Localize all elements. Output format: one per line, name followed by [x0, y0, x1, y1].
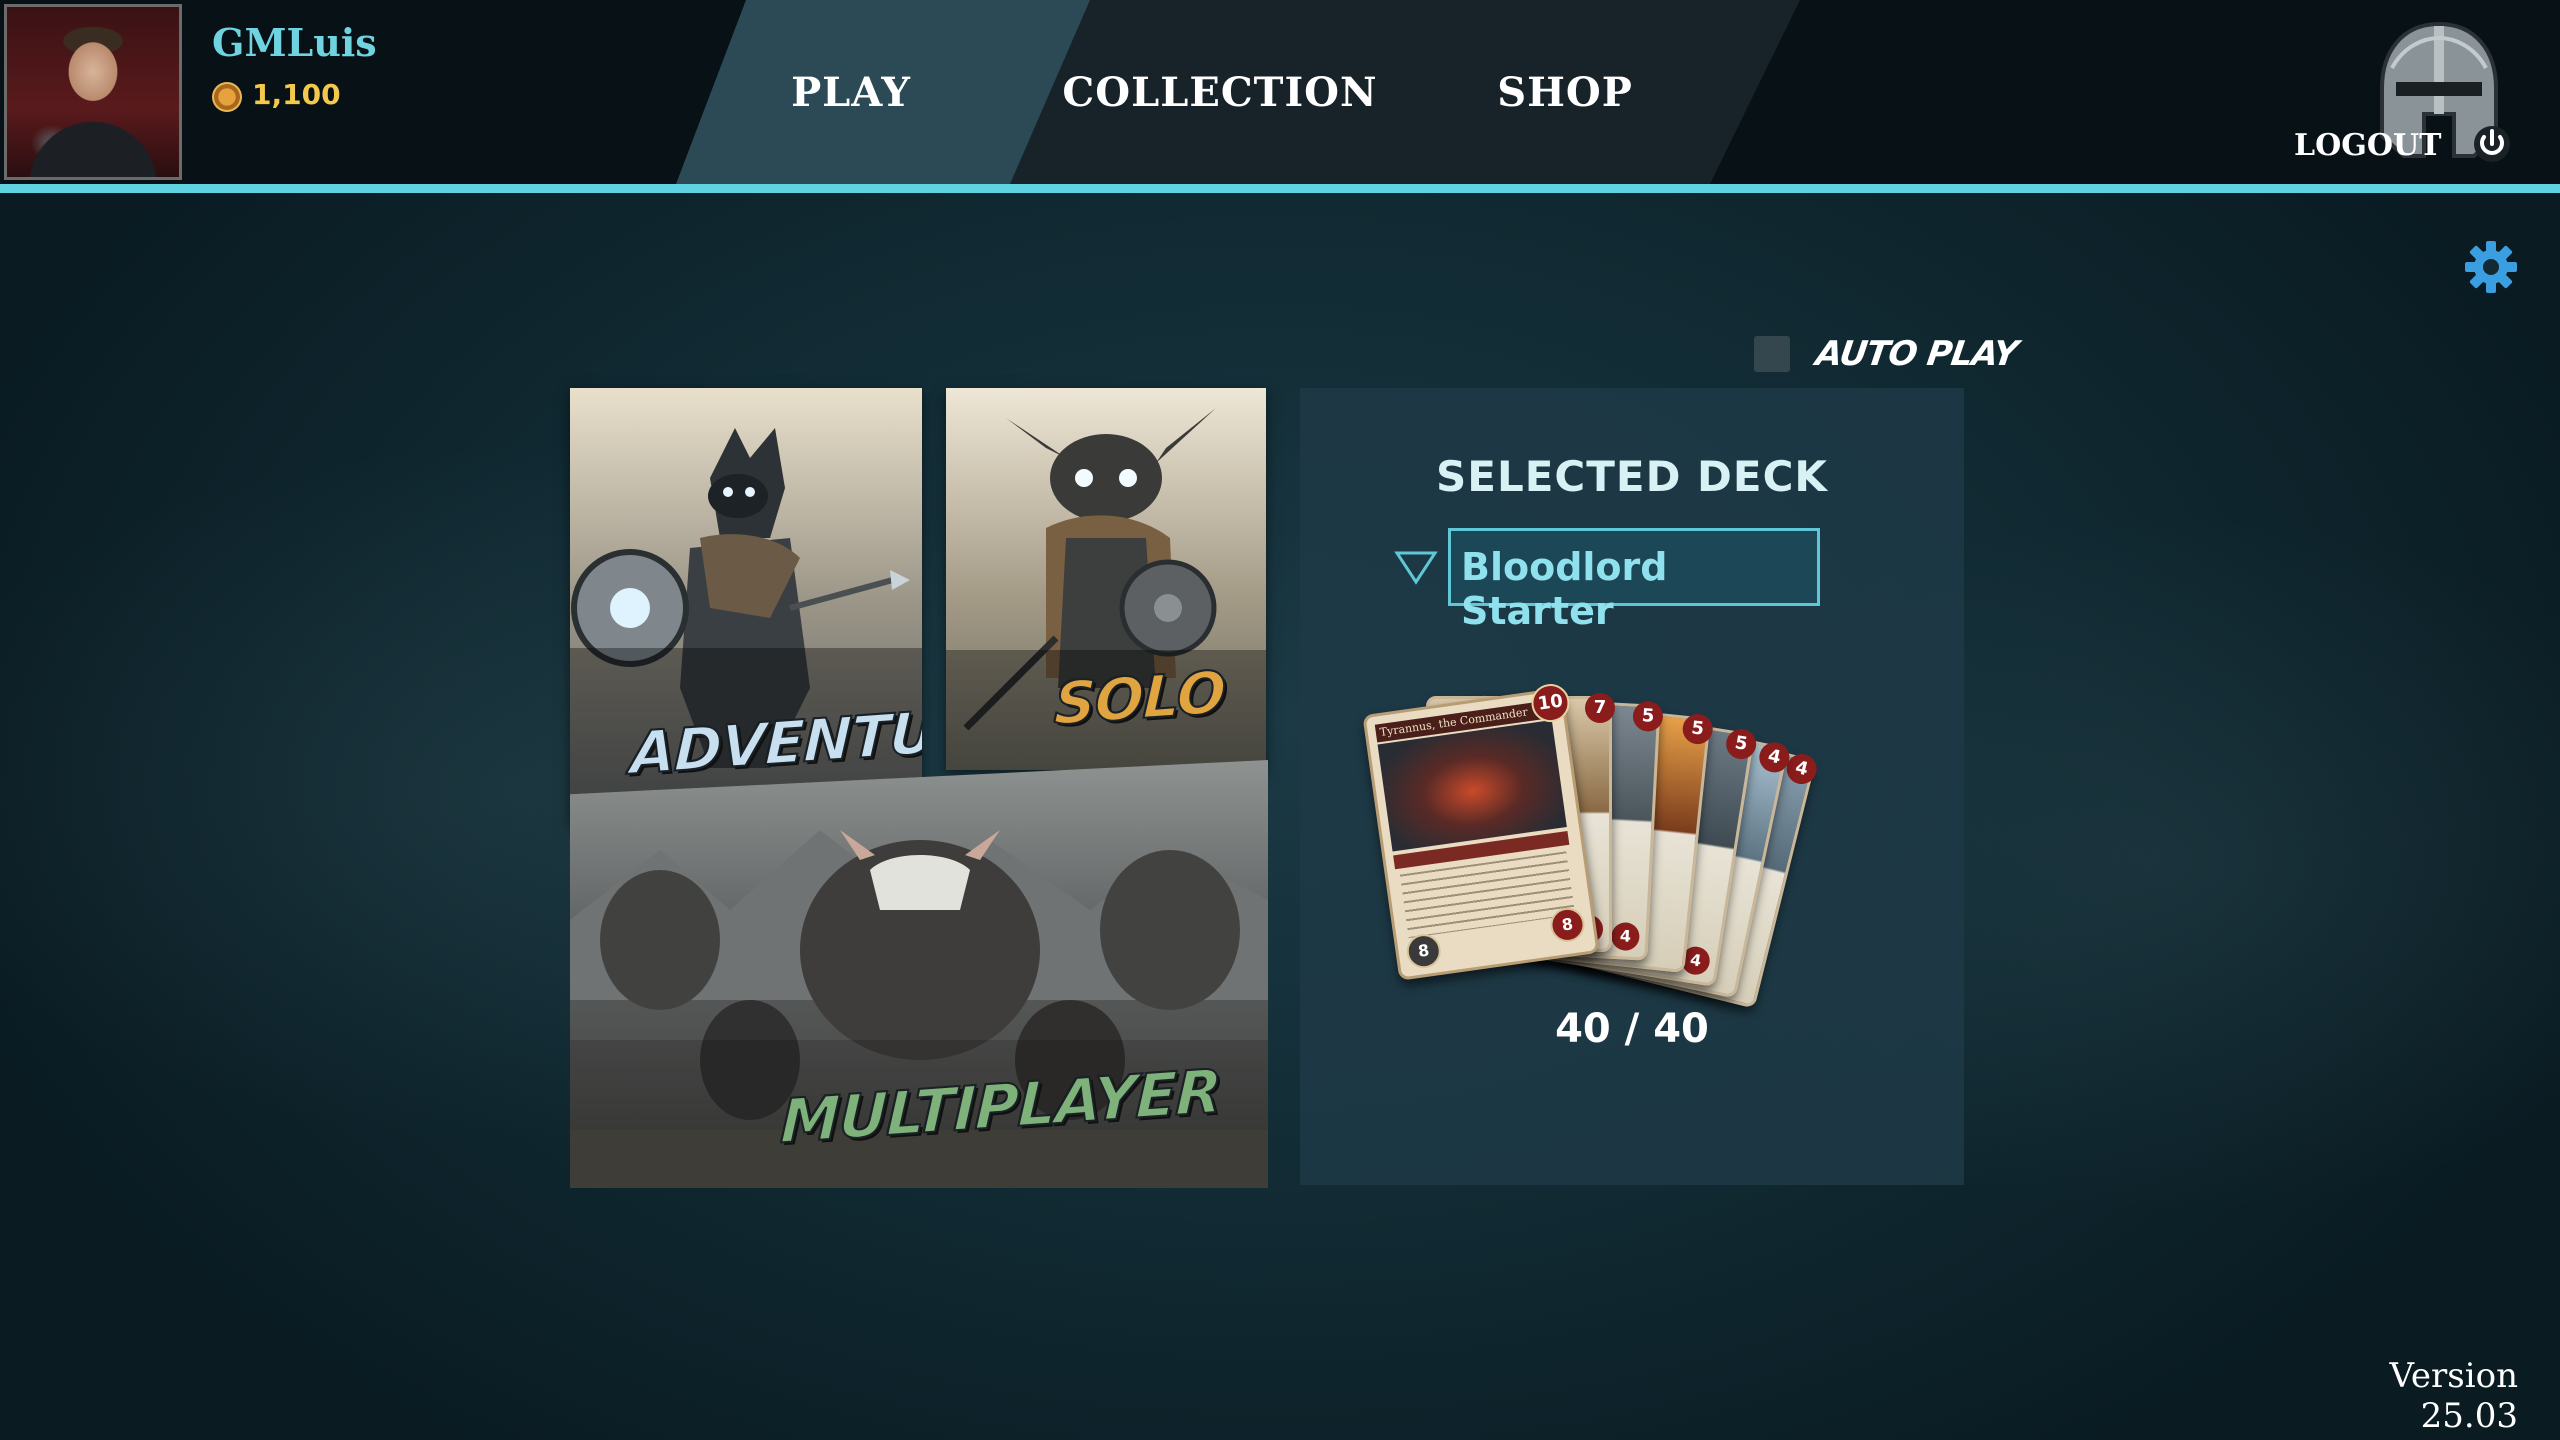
deck-select-value: Bloodlord Starter: [1461, 545, 1668, 633]
card-health-badge: 4: [1610, 921, 1641, 952]
top-bar-accent-line: [0, 184, 2560, 193]
version-label: Version 25.03: [2389, 1356, 2519, 1436]
card-cost-badge: 5: [1632, 700, 1664, 733]
player-name: GMLuis: [212, 20, 377, 65]
solo-label: SOLO: [1052, 657, 1227, 739]
card-cost-badge: 7: [1585, 693, 1615, 723]
multiplayer-mode-tile[interactable]: MULTIPLAYER: [570, 760, 1268, 1188]
selected-deck-panel: SELECTED DECK Bloodlord Starter 4 4 5 4 …: [1300, 388, 1964, 1185]
autoplay-checkbox[interactable]: [1754, 336, 1790, 372]
card-art: [1377, 720, 1567, 852]
solo-mode-tile[interactable]: SOLO: [946, 388, 1266, 770]
top-bar: GMLuis 1,100 PLAY COLLECTION SHOP LOGOUT: [0, 0, 2560, 188]
deck-select-dropdown[interactable]: Bloodlord Starter: [1448, 528, 1820, 633]
player-avatar[interactable]: [4, 4, 182, 180]
logout-label[interactable]: LOGOUT: [2294, 128, 2441, 163]
power-icon[interactable]: [2472, 124, 2512, 164]
selected-deck-title: SELECTED DECK: [1436, 452, 1828, 501]
deck-card-count: 40 / 40: [1555, 1006, 1709, 1052]
tab-collection-label: COLLECTION: [1062, 68, 1378, 116]
deck-card-front: Tyrannus, the Commander 10 8 8: [1362, 681, 1600, 981]
adventure-mode-tile[interactable]: ADVENTURE: [570, 388, 922, 824]
deck-dropdown-arrow-icon[interactable]: [1394, 550, 1438, 586]
deck-card-stack[interactable]: 4 4 5 4 5 5 4 7 5 Tyrannus, the Commande…: [1362, 681, 1900, 1018]
coin-icon: [212, 82, 242, 112]
coin-balance: 1,100: [252, 78, 341, 111]
settings-gear-icon[interactable]: [2464, 240, 2518, 294]
tab-shop-label: SHOP: [1497, 68, 1633, 116]
tab-shop[interactable]: SHOP: [1370, 0, 1800, 184]
tab-play-label: PLAY: [791, 68, 911, 116]
autoplay-label[interactable]: AUTO PLAY: [1813, 334, 2020, 374]
